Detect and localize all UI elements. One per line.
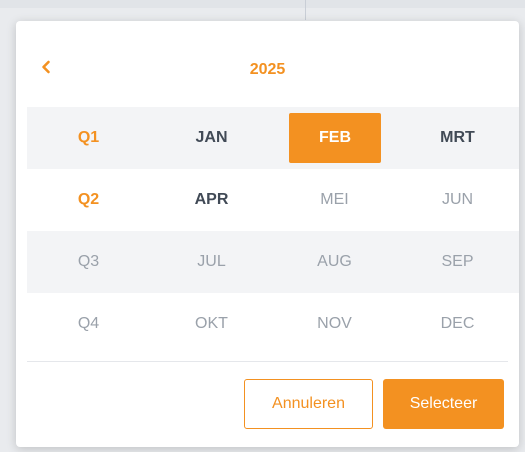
background-bar: [0, 0, 525, 8]
month-mrt[interactable]: MRT: [396, 113, 519, 163]
quarter-row-q2: Q2 APR MEI JUN: [27, 169, 519, 231]
month-jan[interactable]: JAN: [150, 113, 273, 163]
month-sep: SEP: [441, 253, 474, 270]
month-mei: MEI: [320, 191, 349, 208]
quarter-q1[interactable]: Q1: [27, 113, 150, 163]
background-divider: [305, 0, 306, 20]
quarter-q2[interactable]: Q2: [27, 175, 150, 225]
quarter-row-q4: Q4 OKT NOV DEC: [27, 293, 519, 355]
quarter-q4: Q4: [77, 315, 100, 332]
month-picker-dialog: 2025 Q1 JAN FEB MRT Q2 APR MEI JUN Q3 JU…: [16, 21, 519, 447]
cancel-button[interactable]: Annuleren: [244, 379, 373, 429]
select-button[interactable]: Selecteer: [383, 379, 504, 429]
month-dec: DEC: [440, 315, 475, 332]
picker-header: 2025: [16, 21, 519, 107]
month-nov: NOV: [317, 315, 352, 332]
quarter-row-q1: Q1 JAN FEB MRT: [27, 107, 519, 169]
year-label: 2025: [249, 61, 286, 78]
month-okt: OKT: [195, 315, 228, 332]
month-jun: JUN: [441, 191, 474, 208]
month-aug: AUG: [317, 253, 352, 270]
month-grid: Q1 JAN FEB MRT Q2 APR MEI JUN Q3 JUL AUG…: [27, 107, 519, 355]
footer-divider: [27, 361, 508, 362]
quarter-row-q3: Q3 JUL AUG SEP: [27, 231, 519, 293]
month-apr[interactable]: APR: [150, 175, 273, 225]
month-feb[interactable]: FEB: [289, 113, 381, 163]
month-jul: JUL: [197, 253, 226, 270]
quarter-q3: Q3: [77, 253, 100, 270]
